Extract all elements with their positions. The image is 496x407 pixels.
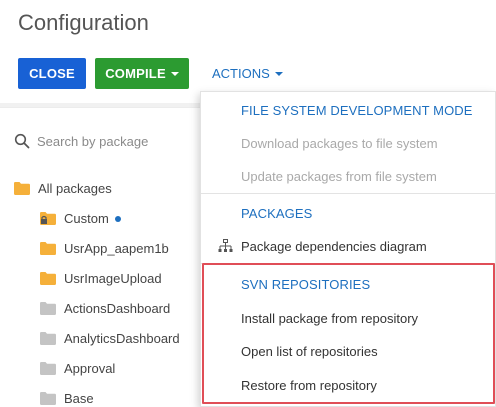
tree-item-usrimageupload[interactable]: UsrImageUpload: [40, 271, 162, 286]
tree-item-base[interactable]: Base: [40, 391, 94, 406]
folder-icon: [40, 362, 56, 375]
hierarchy-icon: [218, 239, 233, 252]
menu-header-packages: PACKAGES: [241, 206, 313, 221]
folder-icon: [40, 242, 56, 255]
menu-item-install-from-repository[interactable]: Install package from repository: [241, 311, 418, 326]
tree-item-label: UsrApp_aapem1b: [64, 241, 169, 256]
menu-item-restore-from-repository[interactable]: Restore from repository: [241, 378, 377, 393]
tree-item-actionsdashboard[interactable]: ActionsDashboard: [40, 301, 170, 316]
tree-root-all-packages[interactable]: All packages: [14, 181, 112, 196]
locked-folder-icon: [40, 212, 56, 225]
compile-button[interactable]: COMPILE: [95, 58, 189, 89]
folder-icon: [40, 272, 56, 285]
tree-item-label: All packages: [38, 181, 112, 196]
folder-icon: [14, 182, 30, 195]
tree-item-label: ActionsDashboard: [64, 301, 171, 316]
actions-menu: FILE SYSTEM DEVELOPMENT MODE Download pa…: [200, 91, 496, 407]
caret-down-icon: [170, 72, 179, 76]
tree-item-approval[interactable]: Approval: [40, 361, 115, 376]
close-button-label: CLOSE: [29, 66, 75, 81]
folder-icon: [40, 332, 56, 345]
menu-header-svn: SVN REPOSITORIES: [241, 277, 371, 292]
tree-item-label: Base: [64, 391, 94, 406]
compile-button-label: COMPILE: [105, 66, 166, 81]
actions-dropdown-button[interactable]: ACTIONS: [212, 66, 283, 81]
menu-item-dependencies-diagram[interactable]: Package dependencies diagram: [241, 239, 427, 254]
package-search: [14, 133, 197, 149]
actions-button-label: ACTIONS: [212, 66, 270, 81]
menu-item-open-repositories[interactable]: Open list of repositories: [241, 344, 378, 359]
menu-item-update-packages: Update packages from file system: [241, 169, 437, 184]
menu-divider: [201, 263, 496, 264]
tree-item-label: UsrImageUpload: [64, 271, 162, 286]
tree-item-usrapp[interactable]: UsrApp_aapem1b: [40, 241, 169, 256]
folder-icon: [40, 392, 56, 405]
tree-item-analyticsdashboard[interactable]: AnalyticsDashboard: [40, 331, 180, 346]
menu-header-file-system: FILE SYSTEM DEVELOPMENT MODE: [241, 103, 473, 118]
search-input[interactable]: [37, 133, 197, 149]
tree-item-label: Custom: [64, 211, 109, 226]
search-icon: [14, 133, 30, 149]
menu-divider: [201, 193, 496, 194]
tree-item-label: AnalyticsDashboard: [64, 331, 180, 346]
close-button[interactable]: CLOSE: [18, 58, 86, 89]
tree-item-custom[interactable]: Custom: [40, 211, 121, 226]
page-title: Configuration: [18, 10, 149, 35]
menu-item-download-packages: Download packages to file system: [241, 136, 438, 151]
caret-down-icon: [274, 72, 283, 76]
modified-dot-icon: [114, 215, 121, 222]
tree-item-label: Approval: [64, 361, 116, 376]
folder-icon: [40, 302, 56, 315]
